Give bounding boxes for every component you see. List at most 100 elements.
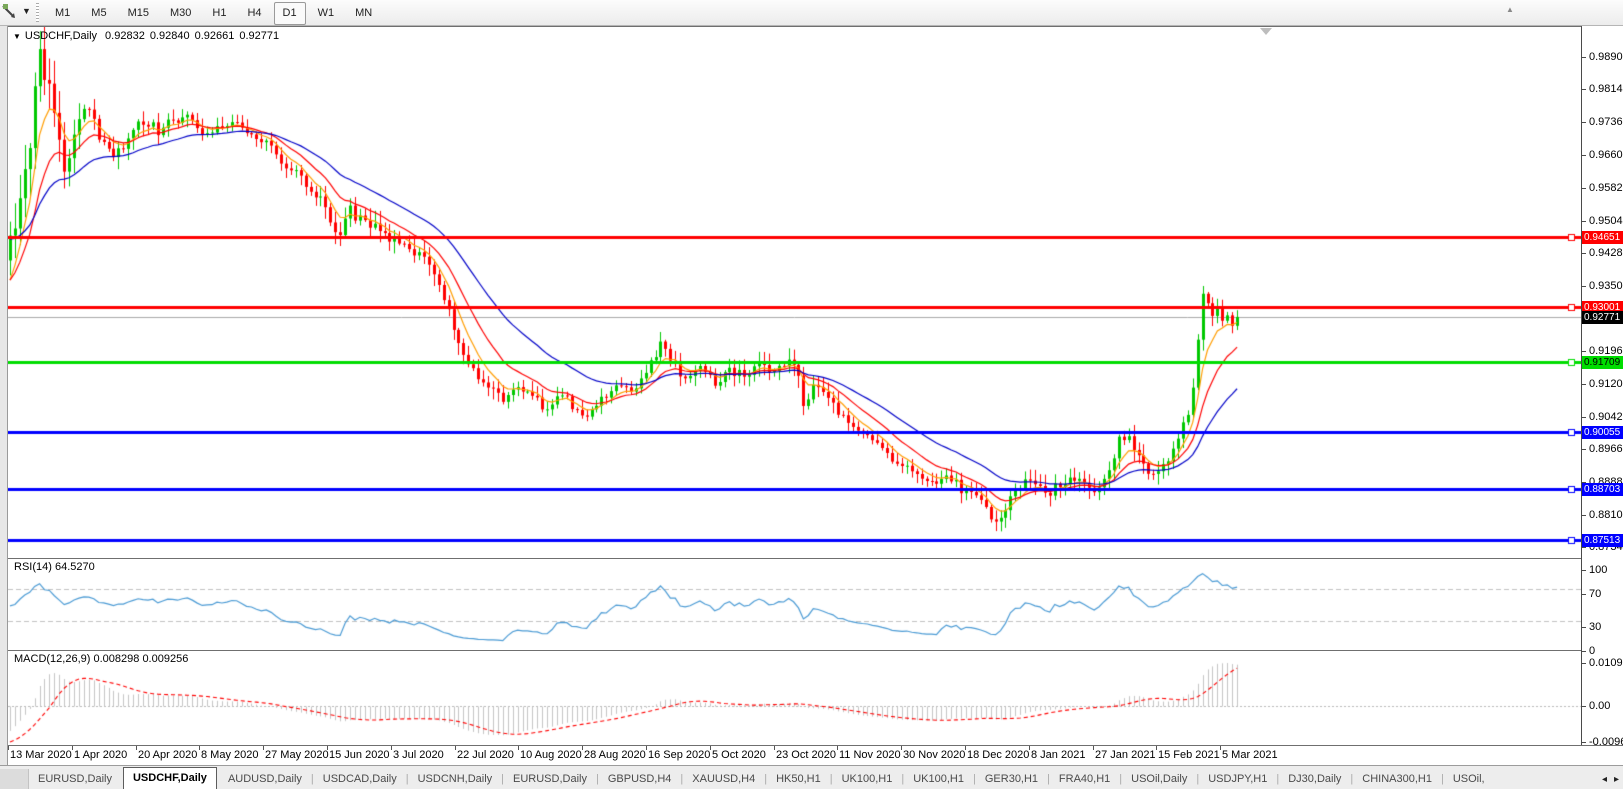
date-axis-tick	[8, 746, 9, 750]
timeframe-button-group: M1 M5 M15 M30 H1 H4 D1 W1 MN	[46, 2, 381, 25]
date-axis-tick	[837, 746, 838, 750]
tab-uk100-h1[interactable]: UK100,H1	[833, 770, 902, 789]
date-axis-tick	[263, 746, 264, 750]
tab-audusd-daily[interactable]: AUDUSD,Daily	[219, 770, 311, 789]
plot-column: ▼ USDCHF,Daily 0.92832 0.92840 0.92661 0.9277…	[8, 26, 1581, 765]
tab-xauusd-h4[interactable]: XAUUSD,H4	[683, 770, 764, 789]
date-axis-label: 8 May 2020	[201, 749, 259, 761]
timeframe-button-mn[interactable]: MN	[346, 2, 381, 25]
macd-panel-separator	[8, 650, 1623, 651]
rsi-value: 64.5270	[54, 561, 95, 573]
ohlc-close: 0.92771	[239, 30, 280, 42]
price-axis-tick	[1582, 188, 1586, 189]
chart-dropdown-icon[interactable]: ▼	[13, 32, 21, 41]
price-axis-tick	[1582, 155, 1586, 156]
price-axis-tick	[1582, 122, 1586, 123]
timeframe-button-m30[interactable]: M30	[161, 2, 200, 25]
price-axis-tick-label: 0.90420	[1589, 411, 1623, 423]
price-axis-tick	[1582, 89, 1586, 90]
price-axis-tick	[1582, 253, 1586, 254]
price-axis-tick	[1582, 515, 1586, 516]
price-axis: 0.98900 0.98140 0.97360 0.96600 0.95820 0.950…	[1581, 26, 1623, 748]
macd-axis-label: 0.00	[1589, 700, 1611, 712]
timeframe-button-m5[interactable]: M5	[82, 2, 115, 25]
rsi-panel-label: RSI(14) 64.5270	[14, 561, 95, 573]
price-axis-tick-label: 0.98900	[1589, 51, 1623, 63]
pointer-tool-icon[interactable]	[1, 3, 19, 21]
tab-eurusd-daily[interactable]: EURUSD,Daily	[29, 770, 121, 789]
macd-signal-value: 0.009256	[142, 653, 189, 665]
date-axis-tick	[710, 746, 711, 750]
price-axis-tick-label: 0.95820	[1589, 182, 1623, 194]
date-axis-tick	[965, 746, 966, 750]
tab-stub	[0, 769, 29, 789]
macd-main-value: 0.008298	[93, 653, 140, 665]
tab-usdchf-daily[interactable]: USDCHF,Daily	[122, 767, 217, 789]
rsi-chart-canvas[interactable]	[8, 559, 1581, 649]
tab-scroll-right-icon[interactable]: ▸	[1614, 774, 1619, 785]
price-axis-tick-label: 0.97360	[1589, 116, 1623, 128]
rsi-axis-tick	[1582, 651, 1586, 652]
tool-dropdown-arrow-icon[interactable]: ▼	[22, 6, 31, 16]
price-axis-tick-label: 0.89660	[1589, 443, 1623, 455]
tab-usoil-[interactable]: USOil,	[1444, 770, 1494, 789]
tab-scroll-left-icon[interactable]: ◂	[1602, 774, 1607, 785]
date-axis-tick	[1029, 746, 1030, 750]
date-axis-tick	[646, 746, 647, 750]
toolbar-overflow-icon[interactable]: ▲	[1506, 5, 1514, 14]
tab-usoil-daily[interactable]: USOil,Daily	[1122, 770, 1196, 789]
rsi-title: RSI(14)	[14, 561, 52, 573]
rsi-axis-tick	[1582, 594, 1586, 595]
date-axis-label: 5 Oct 2020	[712, 749, 766, 761]
tab-usdcnh-daily[interactable]: USDCNH,Daily	[409, 770, 502, 789]
toolbar: ▼ M1 M5 M15 M30 H1 H4 D1 W1 MN ▲	[0, 0, 1623, 26]
timeframe-button-h4[interactable]: H4	[238, 2, 270, 25]
chart-symbol-label: USDCHF,Daily	[24, 30, 98, 42]
date-axis-tick	[518, 746, 519, 750]
rsi-axis-label: 70	[1589, 588, 1602, 600]
tab-eurusd-daily[interactable]: EURUSD,Daily	[504, 770, 596, 789]
date-axis-label: 5 Mar 2021	[1222, 749, 1278, 761]
tab-gbpusd-h4[interactable]: GBPUSD,H4	[599, 770, 681, 789]
price-axis-tick	[1582, 417, 1586, 418]
timeframe-button-m15[interactable]: M15	[119, 2, 158, 25]
chart-window: ▼ USDCHF,Daily 0.92832 0.92840 0.92661 0.9277…	[0, 26, 1623, 765]
toolbar-grip	[36, 3, 39, 22]
tab-uk100-h1[interactable]: UK100,H1	[904, 770, 973, 789]
chart-shift-marker-icon[interactable]	[1260, 28, 1272, 35]
macd-chart-canvas[interactable]	[8, 651, 1581, 745]
rsi-axis-label: 100	[1589, 564, 1608, 576]
price-level-tag: 0.87513	[1582, 534, 1623, 547]
timeframe-button-m1[interactable]: M1	[46, 2, 79, 25]
price-axis-tick	[1582, 449, 1586, 450]
date-axis-label: 10 Aug 2020	[520, 749, 582, 761]
chart-tab-bar: EURUSD,Daily USDCHF,Daily AUDUSD,Daily | USD…	[0, 765, 1623, 790]
price-axis-tick-label: 0.96600	[1589, 149, 1623, 161]
tab-usdjpy-h1[interactable]: USDJPY,H1	[1199, 770, 1276, 789]
date-axis-tick	[901, 746, 902, 750]
tab-hk50-h1[interactable]: HK50,H1	[767, 770, 830, 789]
date-axis-tick	[1156, 746, 1157, 750]
date-axis-label: 1 Apr 2020	[74, 749, 128, 761]
macd-axis-tick	[1582, 742, 1586, 743]
date-axis-label: 8 Jan 2021	[1031, 749, 1086, 761]
tab-fra40-h1[interactable]: FRA40,H1	[1050, 770, 1119, 789]
price-axis-tick-label: 0.88100	[1589, 509, 1623, 521]
timeframe-button-h1[interactable]: H1	[203, 2, 235, 25]
tab-ger30-h1[interactable]: GER30,H1	[976, 770, 1047, 789]
tab-usdcad-daily[interactable]: USDCAD,Daily	[314, 770, 406, 789]
date-axis-label: 18 Dec 2020	[967, 749, 1030, 761]
timeframe-button-d1[interactable]: D1	[273, 2, 306, 25]
timeframe-button-w1[interactable]: W1	[309, 2, 344, 25]
date-axis-label: 11 Nov 2020	[839, 749, 901, 761]
price-chart-canvas[interactable]	[8, 27, 1581, 558]
tab-dj30-daily[interactable]: DJ30,Daily	[1279, 770, 1350, 789]
rsi-axis-label: 30	[1589, 621, 1602, 633]
price-axis-tick-label: 0.91200	[1589, 378, 1623, 390]
date-axis-tick	[391, 746, 392, 750]
window-left-edge	[0, 26, 8, 765]
tab-china300-h1[interactable]: CHINA300,H1	[1353, 770, 1441, 789]
status-strip	[0, 789, 1623, 797]
chart-title: ▼ USDCHF,Daily 0.92832 0.92840 0.92661 0.9277…	[13, 30, 284, 42]
date-axis-label: 3 Jul 2020	[393, 749, 444, 761]
